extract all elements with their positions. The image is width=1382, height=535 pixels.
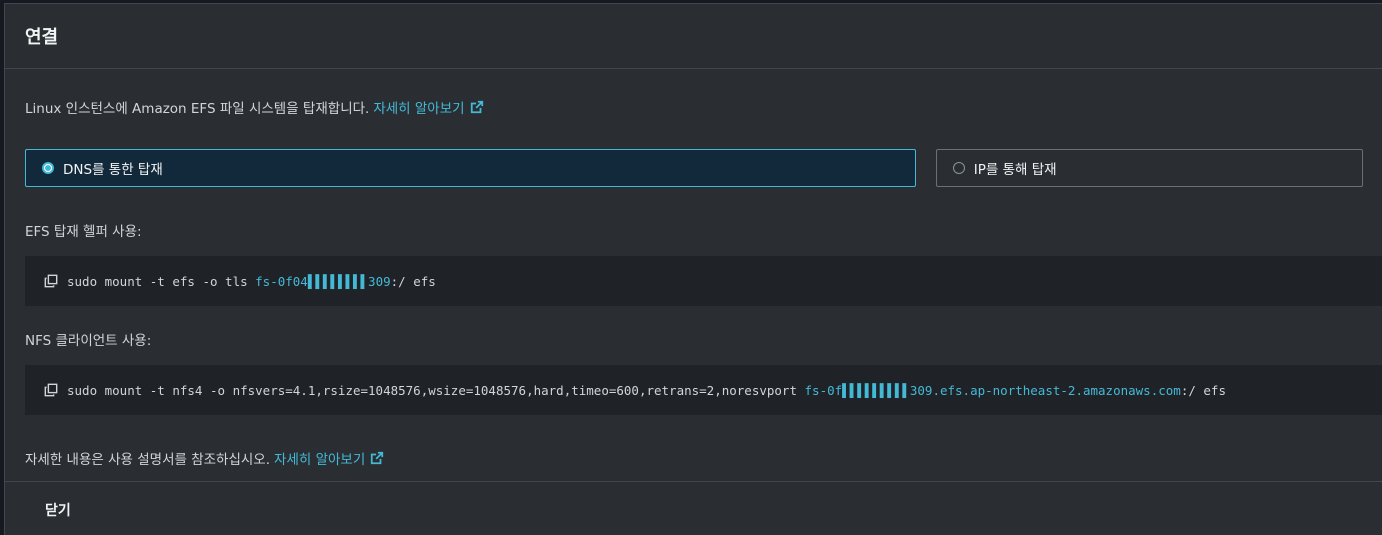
nfs-client-command: sudo mount -t nfs4 -o nfsvers=4.1,rsize=…	[25, 365, 1382, 415]
copy-icon[interactable]	[44, 383, 58, 397]
nfs-filesystem-dns: fs-0f▌▌▌▌▌▌▌▌▌309.efs.ap-northeast-2.ama…	[804, 382, 1181, 398]
mount-option-dns-label: DNS를 통한 탑재	[63, 162, 163, 178]
external-link-icon	[470, 100, 483, 114]
connect-modal: 연결 Linux 인스턴스에 Amazon EFS 파일 시스템을 탑재합니다.…	[4, 3, 1382, 535]
docs-learn-more-label: 자세히 알아보기	[274, 452, 366, 468]
radio-selected-icon[interactable]	[42, 162, 54, 174]
efs-cmd-suffix: :/ efs	[390, 273, 436, 289]
modal-header: 연결	[5, 4, 1382, 69]
efs-cmd-prefix: sudo mount -t efs -o tls	[67, 273, 256, 289]
mount-option-tiles: DNS를 통한 탑재 IP를 통해 탑재	[25, 149, 1363, 187]
close-button[interactable]: 닫기	[45, 500, 71, 520]
mount-option-dns[interactable]: DNS를 통한 탑재	[25, 149, 916, 187]
efs-filesystem-id: fs-0f04▌▌▌▌▌▌▌▌309	[255, 273, 391, 289]
modal-body: Linux 인스턴스에 Amazon EFS 파일 시스템을 탑재합니다. 자세…	[5, 97, 1382, 468]
learn-more-link-label: 자세히 알아보기	[373, 101, 465, 117]
efs-helper-label: EFS 탑재 헬퍼 사용:	[25, 224, 142, 240]
mount-option-ip-label: IP를 통해 탑재	[973, 162, 1057, 178]
copy-icon[interactable]	[44, 274, 58, 288]
intro-text: Linux 인스턴스에 Amazon EFS 파일 시스템을 탑재합니다.	[25, 101, 370, 117]
learn-more-link[interactable]: 자세히 알아보기	[373, 97, 483, 117]
modal-footer: 닫기	[5, 481, 1382, 535]
intro-text-row: Linux 인스턴스에 Amazon EFS 파일 시스템을 탑재합니다. 자세…	[25, 97, 1363, 117]
docs-note-row: 자세한 내용은 사용 설명서를 참조하십시오. 자세히 알아보기	[25, 448, 1363, 468]
nfs-client-label: NFS 클라이언트 사용:	[25, 333, 152, 349]
mount-option-ip[interactable]: IP를 통해 탑재	[935, 149, 1363, 187]
modal-title: 연결	[25, 27, 59, 48]
efs-helper-command: sudo mount -t efs -o tls fs-0f04▌▌▌▌▌▌▌▌…	[25, 256, 1382, 306]
external-link-icon	[371, 451, 384, 465]
docs-learn-more-link[interactable]: 자세히 알아보기	[274, 448, 384, 468]
nfs-cmd-prefix: sudo mount -t nfs4 -o nfsvers=4.1,rsize=…	[67, 382, 805, 398]
docs-note-text: 자세한 내용은 사용 설명서를 참조하십시오.	[25, 452, 271, 468]
radio-unselected-icon[interactable]	[952, 162, 965, 174]
nfs-cmd-suffix: :/ efs	[1180, 382, 1226, 398]
